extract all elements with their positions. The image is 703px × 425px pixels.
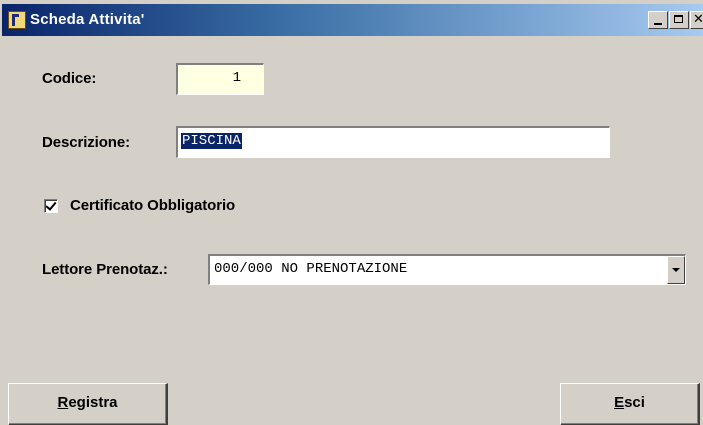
app-icon[interactable] [8,11,26,29]
descrizione-label: Descrizione: [42,134,130,151]
scheda-attivita-window: Scheda Attivita' ✕ Codice: 1 Descrizione… [0,0,703,425]
esci-label: sci [624,394,645,411]
maximize-icon [674,15,683,23]
minimize-button[interactable] [648,11,668,29]
close-icon: ✕ [693,12,703,27]
esci-mnemonic: E [614,394,625,411]
lettore-prenotaz-label: Lettore Prenotaz.: [42,261,168,278]
dropdown-arrow-icon[interactable] [667,256,685,284]
registra-mnemonic: R [57,394,69,411]
minimize-icon [654,23,662,25]
certificato-checkbox[interactable] [44,199,58,213]
title-bar[interactable]: Scheda Attivita' ✕ [2,4,703,36]
window-title: Scheda Attivita' [30,11,145,28]
close-button[interactable]: ✕ [690,11,703,29]
registra-button[interactable]: Registra [8,383,168,425]
registra-label: egistra [68,394,118,411]
maximize-button[interactable] [669,11,689,29]
lettore-prenotaz-select[interactable]: 000/000 NO PRENOTAZIONE [208,254,686,285]
descrizione-field[interactable]: PISCINA [176,126,610,158]
lettore-prenotaz-value: 000/000 NO PRENOTAZIONE [214,261,408,277]
codice-field[interactable]: 1 [176,63,264,95]
certificato-label[interactable]: Certificato Obbligatorio [70,197,235,214]
codice-label: Codice: [42,70,97,87]
esci-button[interactable]: Esci [560,383,700,425]
descrizione-selected-text: PISCINA [181,133,242,149]
